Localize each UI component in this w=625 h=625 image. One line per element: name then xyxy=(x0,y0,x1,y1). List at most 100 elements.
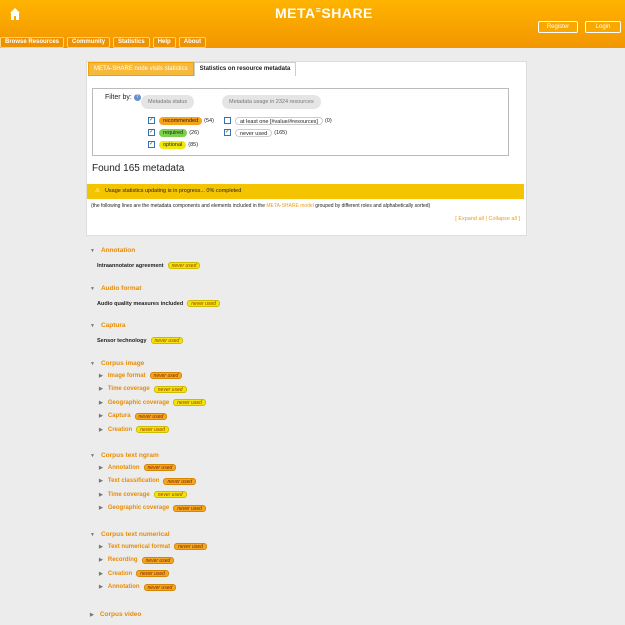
never-used-count: (165) xyxy=(274,129,288,136)
section-audio-format: ▼ Audio format Audio quality measures inc… xyxy=(90,285,220,307)
optional-checkbox[interactable]: ✓ xyxy=(148,141,155,148)
section-annotation: ▼ Annotation Intraannotator agreement neve… xyxy=(90,247,201,269)
triangle-right-icon: ▶ xyxy=(99,491,103,498)
triangle-down-icon: ▼ xyxy=(90,322,95,329)
triangle-right-icon: ▶ xyxy=(99,570,103,577)
login-button[interactable]: Login xyxy=(585,21,621,33)
sub-item[interactable]: ▶ Time coverage never used xyxy=(99,488,206,502)
usage-row-never-used: ✓ never used (165) xyxy=(224,128,287,137)
section-header[interactable]: ▼ Corpus image xyxy=(90,360,206,367)
found-count-heading: Found 165 metadata xyxy=(92,163,185,174)
status-row-required: ✓ required (26) xyxy=(148,128,199,137)
nav-statistics[interactable]: Statistics xyxy=(113,37,150,48)
nav-community[interactable]: Community xyxy=(67,37,111,48)
sub-label: Time coverage xyxy=(107,491,150,498)
sub-label: Creation xyxy=(107,570,133,577)
sub-item[interactable]: ▶ Annotation never used xyxy=(99,581,207,595)
metadata-row: Sensor technology never used xyxy=(97,337,184,344)
sub-item[interactable]: ▶ Geographic coverage never used xyxy=(99,396,206,410)
at-least-one-pill: at least one [#value/#resources] xyxy=(235,116,323,125)
site-logo[interactable]: META≡SHARE xyxy=(275,5,373,21)
progress-banner: ⚠ Usage statistics updating is in progres… xyxy=(87,184,524,199)
at-least-one-checkbox[interactable] xyxy=(224,117,231,124)
section-header[interactable]: ▶ Corpus video xyxy=(90,611,141,618)
metadata-row: Audio quality measures included never use… xyxy=(97,300,220,307)
optional-count: (85) xyxy=(188,141,199,148)
triangle-right-icon: ▶ xyxy=(99,399,103,406)
section-corpus-text-ngram: ▼ Corpus text ngram ▶ Annotation never used… xyxy=(90,452,206,515)
metadata-usage-header: Metadata usage in 2324 resources xyxy=(222,95,321,109)
register-button[interactable]: Register xyxy=(538,21,578,33)
never-used-badge: never used xyxy=(143,464,177,472)
tab-node-visits[interactable]: META-SHARE node visits statistics xyxy=(88,62,194,76)
section-captura: ▼ Captura Sensor technology never used xyxy=(90,322,184,344)
sub-item[interactable]: ▶ Annotation never used xyxy=(99,461,206,475)
nav-about[interactable]: About xyxy=(178,37,207,48)
triangle-right-icon: ▶ xyxy=(99,478,103,485)
metadata-label: Audio quality measures included xyxy=(97,300,184,307)
triangle-right-icon: ▶ xyxy=(99,557,103,564)
main-nav: Browse Resources Community Statistics He… xyxy=(0,37,209,48)
metadata-label: Intraannotator agreement xyxy=(97,262,164,269)
nav-help[interactable]: Help xyxy=(152,37,176,48)
triangle-right-icon: ▶ xyxy=(99,426,103,433)
sub-item[interactable]: ▶ Text classification never used xyxy=(99,475,206,489)
triangle-right-icon: ▶ xyxy=(90,611,94,618)
meta-share-model-link[interactable]: META-SHARE model xyxy=(266,203,313,209)
never-used-pill: never used xyxy=(235,128,273,137)
recommended-checkbox[interactable]: ✓ xyxy=(148,117,155,124)
section-header[interactable]: ▼ Captura xyxy=(90,322,183,329)
tab-bar: META-SHARE node visits statistics Statis… xyxy=(88,62,297,76)
metadata-row: Intraannotator agreement never used xyxy=(97,262,201,269)
nav-browse-resources[interactable]: Browse Resources xyxy=(0,37,65,48)
filter-label-text: Filter by: xyxy=(105,94,132,101)
section-header[interactable]: ▼ Annotation xyxy=(90,247,200,254)
section-header[interactable]: ▼ Corpus text numerical xyxy=(90,531,207,538)
required-checkbox[interactable]: ✓ xyxy=(148,129,155,136)
at-least-one-count: (0) xyxy=(324,117,332,124)
collapse-all-link[interactable]: Collapse all xyxy=(489,216,517,222)
sub-label: Recording xyxy=(107,557,138,564)
sub-label: Time coverage xyxy=(107,386,150,393)
usage-row-at-least-one: at least one [#value/#resources] (0) xyxy=(224,116,332,125)
section-corpus-text-numerical: ▼ Corpus text numerical ▶ Text numerical f… xyxy=(90,531,207,594)
triangle-down-icon: ▼ xyxy=(90,452,95,459)
warning-icon: ⚠ xyxy=(95,188,100,194)
filter-box: Filter by: ? Metadata status Metadata us… xyxy=(92,88,509,156)
help-icon[interactable]: ? xyxy=(133,94,141,101)
never-used-badge: never used xyxy=(187,300,220,307)
never-used-badge: never used xyxy=(173,399,206,407)
expand-all-link[interactable]: Expand all xyxy=(458,216,484,222)
note-text-pre: (the following lines are the metadata co… xyxy=(91,203,265,209)
never-used-checkbox[interactable]: ✓ xyxy=(224,129,231,136)
sub-label: Annotation xyxy=(107,464,140,471)
home-icon[interactable] xyxy=(10,8,20,20)
sub-item[interactable]: ▶ Image format never used xyxy=(99,369,206,383)
sub-item[interactable]: ▶ Geographic coverage never used xyxy=(99,502,206,516)
note-text-post: grouped by different roles and alphabeti… xyxy=(315,203,431,209)
never-used-badge: never used xyxy=(174,543,207,551)
never-used-badge: never used xyxy=(136,426,169,434)
sub-item[interactable]: ▶ Text numerical format never used xyxy=(99,540,207,554)
required-count: (26) xyxy=(189,129,199,136)
tab-resource-metadata[interactable]: Statistics on resource metadata xyxy=(193,62,297,76)
sub-label: Text numerical format xyxy=(107,543,171,550)
sub-item[interactable]: ▶ Creation never used xyxy=(99,567,207,581)
progress-text: Usage statistics updating is in progress… xyxy=(104,188,242,194)
metadata-label: Sensor technology xyxy=(97,337,147,344)
sub-item[interactable]: ▶ Captura never used xyxy=(99,410,206,424)
triangle-right-icon: ▶ xyxy=(99,584,103,591)
sub-item[interactable]: ▶ Creation never used xyxy=(99,423,206,437)
section-header[interactable]: ▼ Corpus text ngram xyxy=(90,452,206,459)
never-used-badge: never used xyxy=(134,412,168,420)
section-header[interactable]: ▼ Audio format xyxy=(90,285,220,292)
section-title: Corpus text numerical xyxy=(100,531,170,538)
logo-suffix: SHARE xyxy=(321,5,373,21)
section-title: Captura xyxy=(100,322,126,329)
sub-item[interactable]: ▶ Recording never used xyxy=(99,554,207,568)
sub-item[interactable]: ▶ Time coverage never used xyxy=(99,383,206,397)
recommended-pill: recommended xyxy=(159,116,203,125)
sub-label: Creation xyxy=(107,426,133,433)
section-corpus-image: ▼ Corpus image ▶ Image format never used ▶ T… xyxy=(90,360,206,437)
triangle-right-icon: ▶ xyxy=(99,543,103,550)
